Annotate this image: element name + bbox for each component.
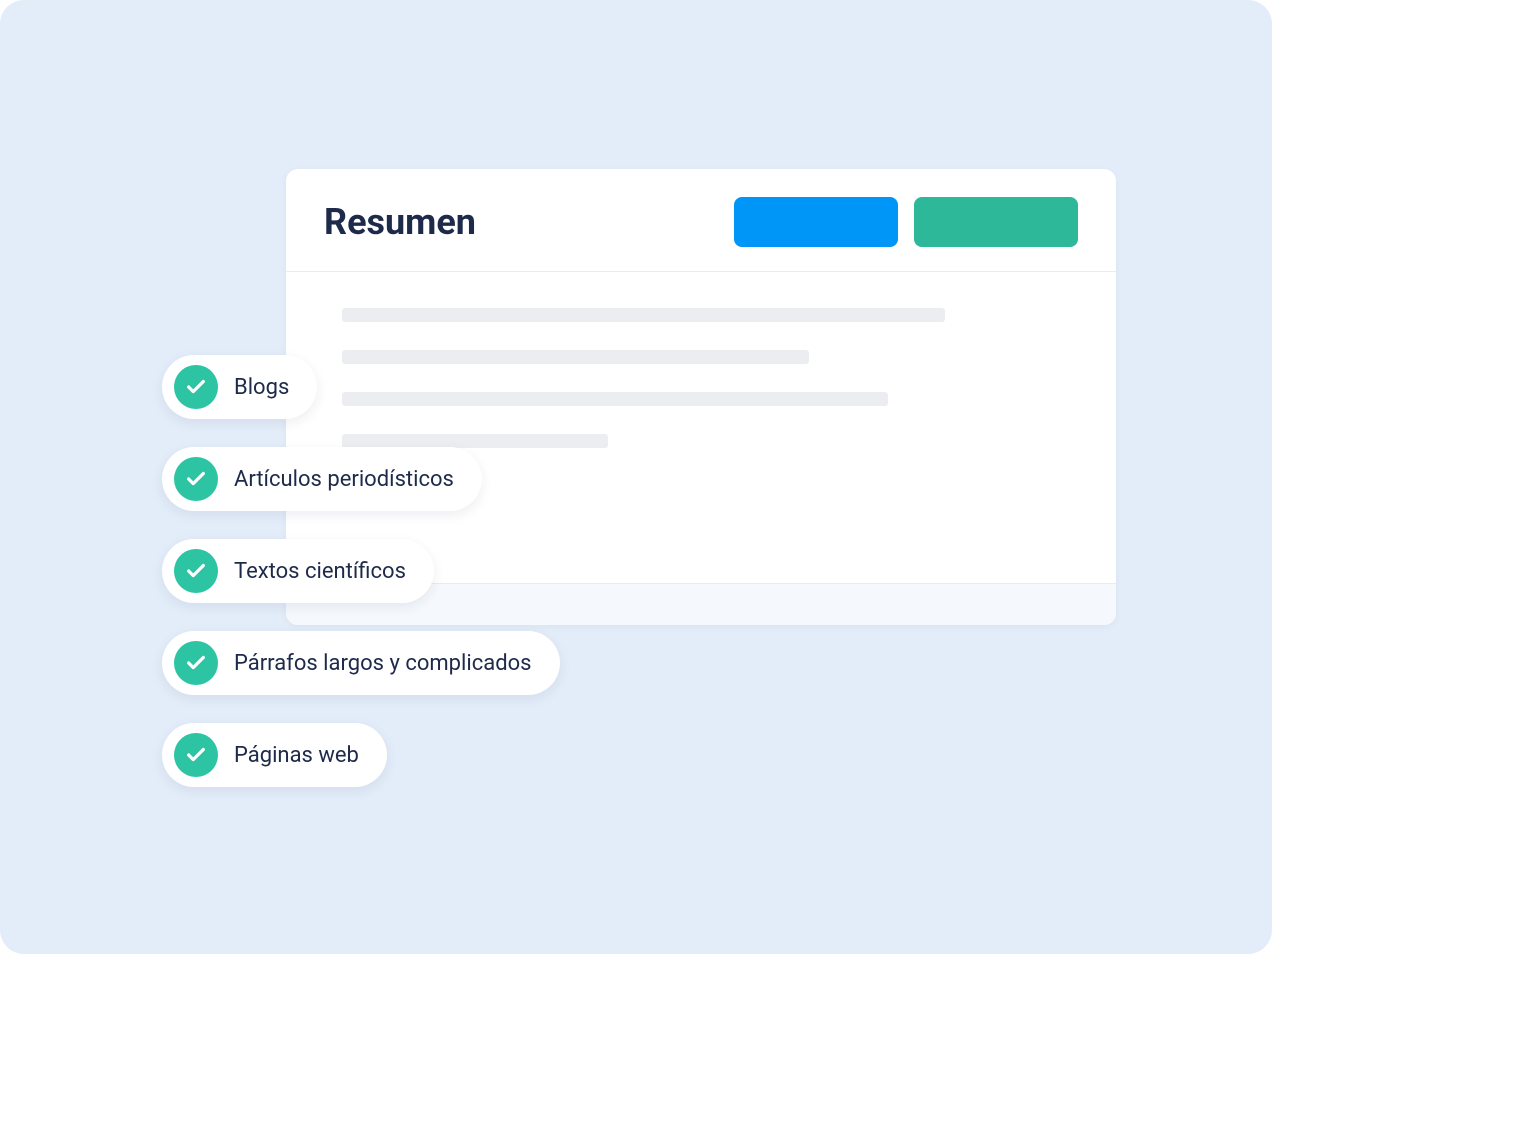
feature-pill-blogs: Blogs (162, 355, 317, 419)
card-title: Resumen (324, 201, 476, 243)
primary-action-button[interactable] (734, 197, 898, 247)
card-buttons-group (734, 197, 1078, 247)
feature-pill-parrafos: Párrafos largos y complicados (162, 631, 560, 695)
check-icon (174, 641, 218, 685)
pill-label: Blogs (234, 375, 289, 400)
feature-pills-list: Blogs Artículos periodísticos Textos cie… (162, 355, 560, 787)
pill-label: Artículos periodísticos (234, 467, 454, 492)
pill-label: Textos científicos (234, 559, 406, 584)
check-icon (174, 457, 218, 501)
card-header: Resumen (286, 169, 1116, 272)
check-icon (174, 365, 218, 409)
feature-pill-articulos: Artículos periodísticos (162, 447, 482, 511)
placeholder-line (342, 308, 945, 322)
pill-label: Páginas web (234, 743, 359, 768)
pill-label: Párrafos largos y complicados (234, 651, 532, 676)
secondary-action-button[interactable] (914, 197, 1078, 247)
check-icon (174, 733, 218, 777)
feature-pill-textos: Textos científicos (162, 539, 434, 603)
page-background: Resumen Blogs Artículos periodísticos (0, 0, 1272, 954)
feature-pill-paginas: Páginas web (162, 723, 387, 787)
check-icon (174, 549, 218, 593)
